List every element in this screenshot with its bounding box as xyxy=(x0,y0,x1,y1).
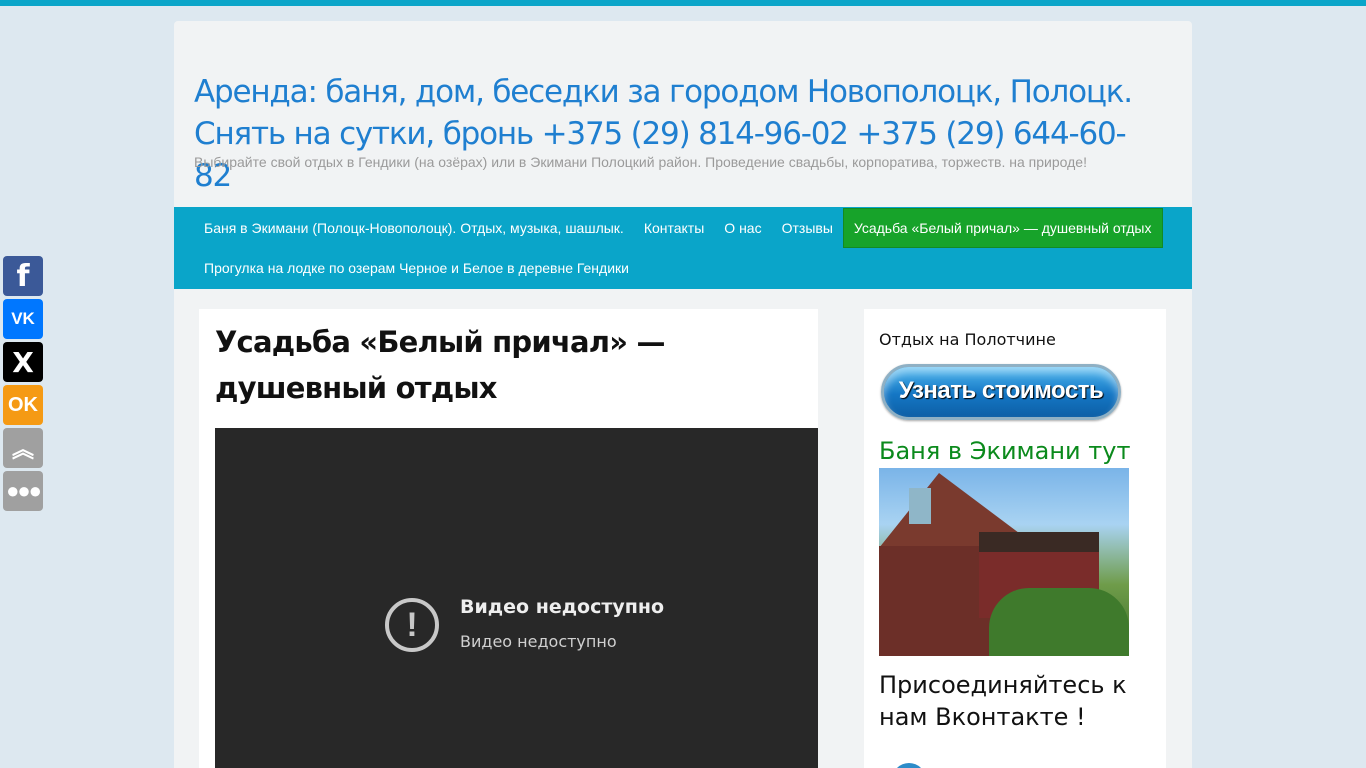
vk-widget-avatar[interactable] xyxy=(892,763,926,768)
scroll-up-icon[interactable]: ︽ xyxy=(3,428,43,468)
facebook-icon[interactable]: f xyxy=(3,256,43,296)
nav-row-2: Прогулка на лодке по озерам Черное и Бел… xyxy=(194,248,639,288)
video-player[interactable]: ! Видео недоступно Видео недоступно xyxy=(215,428,818,768)
x-twitter-icon[interactable]: X xyxy=(3,342,43,382)
site-description: Выбирайте свой отдых в Гендики (на озёра… xyxy=(194,154,1087,170)
video-error-title: Видео недоступно xyxy=(460,596,665,618)
photo-bush-shape xyxy=(989,588,1129,656)
main-navigation: Баня в Экимани (Полоцк-Новополоцк). Отды… xyxy=(174,207,1192,289)
nav-item-usadba-active[interactable]: Усадьба «Белый причал» — душевный отдых xyxy=(842,208,1163,248)
post-title: Усадьба «Белый причал» — душевный отдых xyxy=(215,325,665,405)
nav-item-contacts[interactable]: Контакты xyxy=(634,208,714,248)
nav-item-boat-trip[interactable]: Прогулка на лодке по озерам Черное и Бел… xyxy=(194,248,639,288)
page-wrapper: Аренда: баня, дом, беседки за городом Но… xyxy=(174,21,1192,768)
top-accent-strip xyxy=(0,0,1366,6)
price-button[interactable]: Узнать стоимость xyxy=(881,364,1121,420)
nav-item-reviews[interactable]: Отзывы xyxy=(772,208,843,248)
sidebar-heading-banya-link[interactable]: Баня в Экимани тут xyxy=(879,437,1130,465)
odnoklassniki-icon[interactable]: OK xyxy=(3,385,43,425)
house-photo[interactable] xyxy=(879,468,1129,656)
photo-roof-low-shape xyxy=(979,532,1099,552)
exclamation-circle-icon: ! xyxy=(385,598,439,652)
vk-icon[interactable]: VK xyxy=(3,299,43,339)
video-error-subtitle: Видео недоступно xyxy=(460,632,617,651)
nav-item-banya[interactable]: Баня в Экимани (Полоцк-Новополоцк). Отды… xyxy=(194,208,634,248)
photo-window-shape xyxy=(909,488,931,524)
main-content: Усадьба «Белый причал» — душевный отдых … xyxy=(199,309,818,768)
sidebar-heading-rest: Отдых на Полотчине xyxy=(879,330,1056,349)
nav-row-1: Баня в Экимани (Полоцк-Новополоцк). Отды… xyxy=(194,208,1163,248)
share-panel: f VK X OK ︽ ●●● xyxy=(3,256,43,514)
nav-item-about[interactable]: О нас xyxy=(714,208,771,248)
sidebar: Отдых на Полотчине Узнать стоимость Баня… xyxy=(864,309,1166,768)
more-icon[interactable]: ●●● xyxy=(3,471,43,511)
vk-join-heading: Присоединяйтесь к нам Вконтакте ! xyxy=(879,671,1127,731)
site-title[interactable]: Аренда: баня, дом, беседки за городом Но… xyxy=(194,71,1154,197)
